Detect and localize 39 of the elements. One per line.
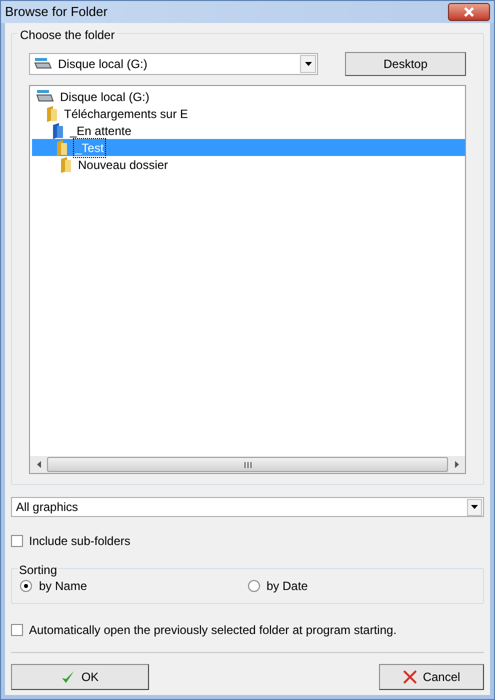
horizontal-scrollbar[interactable] bbox=[30, 456, 465, 473]
combo-value: All graphics bbox=[16, 499, 78, 516]
ok-button[interactable]: OK bbox=[11, 664, 149, 690]
scrollbar-thumb[interactable] bbox=[47, 457, 448, 472]
close-icon bbox=[463, 7, 475, 17]
drive-combo[interactable]: Disque local (G:) bbox=[29, 53, 318, 75]
drive-icon bbox=[34, 57, 52, 71]
desktop-button[interactable]: Desktop bbox=[345, 52, 466, 76]
folder-icon bbox=[56, 140, 68, 156]
close-button[interactable] bbox=[448, 3, 490, 21]
combo-value: Disque local (G:) bbox=[58, 56, 148, 73]
radio-button[interactable] bbox=[20, 580, 32, 592]
window-title: Browse for Folder bbox=[5, 3, 108, 22]
checkbox-label: Include sub-folders bbox=[29, 533, 130, 550]
radio-label: by Date bbox=[266, 578, 308, 595]
checkbox[interactable] bbox=[11, 535, 23, 547]
dropdown-button[interactable] bbox=[300, 55, 316, 73]
tree-item[interactable]: Nouveau dossier bbox=[32, 156, 465, 173]
folder-icon bbox=[52, 122, 64, 138]
checkbox-label: Automatically open the previously selected folder at program starting. bbox=[29, 622, 397, 639]
dropdown-button[interactable] bbox=[467, 498, 482, 516]
checkbox[interactable] bbox=[11, 624, 23, 636]
tree-item[interactable]: _En attente bbox=[32, 122, 465, 139]
tree-item[interactable]: Téléchargements sur E bbox=[32, 105, 465, 122]
tree-item[interactable]: Disque local (G:) bbox=[32, 88, 465, 105]
checkmark-icon bbox=[61, 670, 76, 684]
folder-icon bbox=[60, 156, 72, 172]
grip-icon bbox=[244, 462, 252, 468]
radio-button[interactable] bbox=[248, 580, 260, 592]
scroll-left-icon bbox=[36, 461, 40, 468]
radio-label: by Name bbox=[39, 578, 88, 595]
folder-icon bbox=[46, 106, 58, 122]
scroll-right-icon bbox=[454, 461, 458, 468]
dropdown-arrow-icon bbox=[471, 505, 478, 509]
cancel-button[interactable]: Cancel bbox=[379, 664, 484, 690]
close-icon bbox=[402, 670, 417, 684]
dropdown-arrow-icon bbox=[304, 62, 312, 66]
filter-combo[interactable]: All graphics bbox=[11, 497, 484, 517]
drive-icon bbox=[36, 90, 54, 104]
